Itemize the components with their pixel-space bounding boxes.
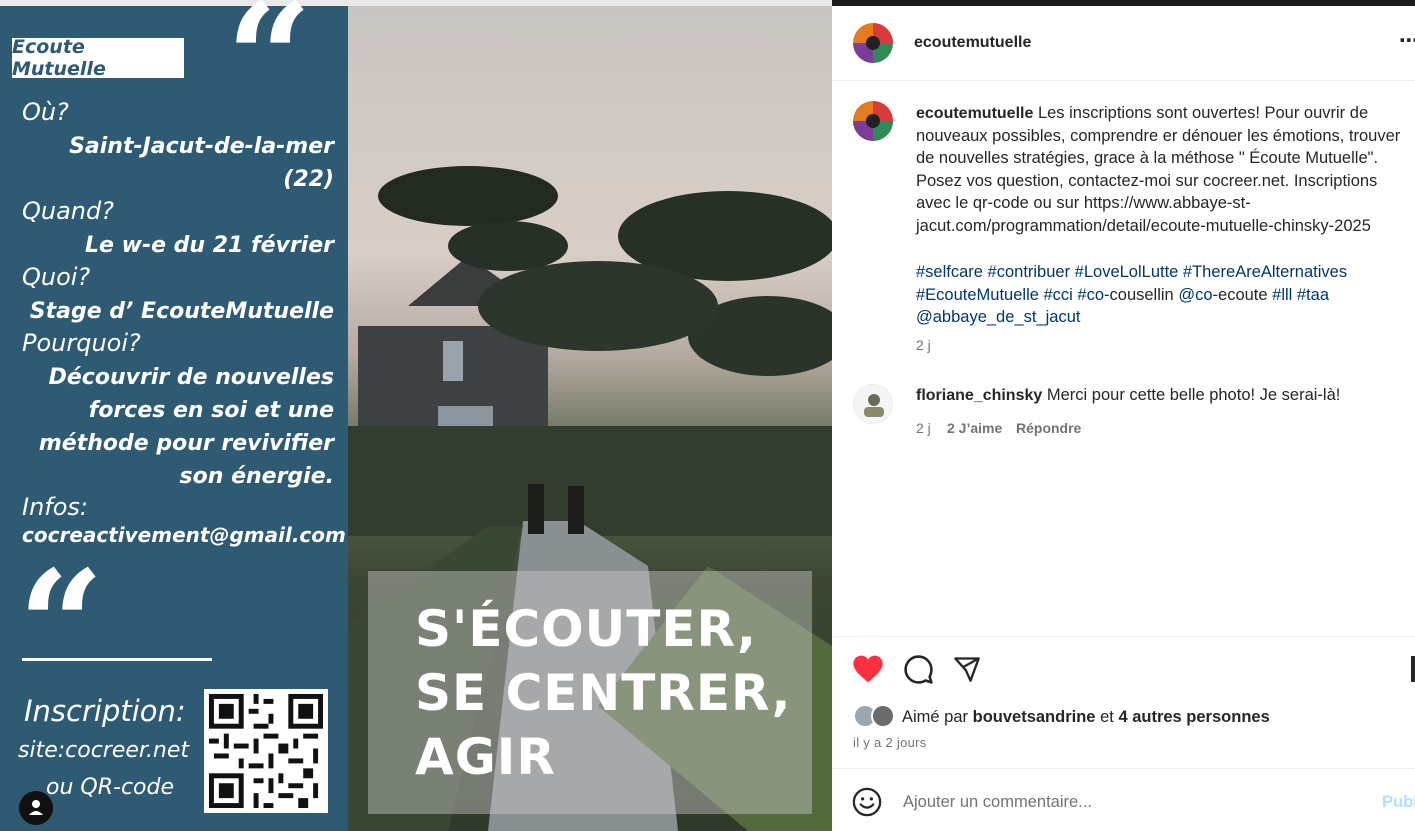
inscription-label: Inscription: bbox=[24, 694, 186, 728]
author-username[interactable]: ecoutemutuelle bbox=[914, 34, 1031, 52]
slogan-line-2: SE CENTRER, bbox=[415, 664, 792, 722]
more-icon[interactable]: ⋯ bbox=[1399, 28, 1415, 52]
actions-divider bbox=[832, 636, 1415, 637]
publish-button[interactable]: Publier bbox=[1382, 793, 1415, 812]
caption-text: Les inscriptions sont ouvertes! Pour ouv… bbox=[916, 104, 1401, 235]
comment-input[interactable]: Ajouter un commentaire... bbox=[903, 793, 1092, 812]
mention-abbaye[interactable]: @abbaye_de_st_jacut bbox=[916, 306, 1412, 329]
mention-co[interactable]: @co- bbox=[1174, 286, 1218, 304]
hashtags-line-2[interactable]: #EcouteMutuelle #cci #co- bbox=[916, 286, 1110, 304]
when-value: Le w-e du 21 février bbox=[85, 233, 334, 258]
site-label: site:cocreer.net bbox=[18, 738, 190, 763]
poster-tag: Ecoute Mutuelle bbox=[12, 36, 184, 80]
comment: floriane_chinsky Merci pour cette belle … bbox=[916, 386, 1340, 405]
what-value: Stage d’ EcouteMutuelle bbox=[29, 299, 334, 324]
what-label: Quoi? bbox=[22, 263, 91, 291]
why-value-2: forces en soi et une bbox=[88, 398, 334, 423]
where-value-1: Saint-Jacut-de-la-mer bbox=[69, 134, 334, 159]
commenter-avatar[interactable] bbox=[853, 384, 893, 424]
profile-avatar-button[interactable] bbox=[19, 791, 53, 825]
divider bbox=[22, 658, 212, 661]
why-value-4: son énergie. bbox=[179, 464, 334, 489]
why-value-3: méthode pour revivifier bbox=[38, 431, 334, 456]
why-value-1: Découvrir de nouvelles bbox=[48, 365, 334, 390]
reply-button[interactable]: Répondre bbox=[1016, 420, 1081, 436]
liked-prefix: Aimé par bbox=[902, 708, 969, 726]
post-header: ecoutemutuelle ⋯ bbox=[832, 6, 1415, 81]
where-label: Où? bbox=[22, 98, 69, 126]
caption-avatar[interactable] bbox=[853, 101, 893, 141]
slogan-line-1: S'ÉCOUTER, bbox=[415, 600, 757, 658]
comment-text: Merci pour cette belle photo! Je serai-l… bbox=[1046, 386, 1341, 404]
liker-avatar-2[interactable] bbox=[871, 704, 895, 728]
comment-icon[interactable] bbox=[903, 654, 934, 685]
likes-summary: Aimé par bouvetsandrine et 4 autres pers… bbox=[902, 708, 1270, 727]
post-image[interactable]: Ecoute Mutuelle “ Où? Saint-Jacut-de-la-… bbox=[0, 0, 832, 831]
caption-username[interactable]: ecoutemutuelle bbox=[916, 105, 1033, 122]
caption: ecoutemutuelle Les inscriptions sont ouv… bbox=[916, 102, 1412, 237]
mention-plain-text: ecoute bbox=[1218, 285, 1268, 304]
where-value-2: (22) bbox=[283, 167, 334, 192]
user-icon bbox=[29, 800, 43, 815]
why-label: Pourquoi? bbox=[22, 329, 141, 357]
hashtags-line-1[interactable]: #selfcare #contribuer #LoveLolLutte #The… bbox=[916, 261, 1412, 284]
quote-mark-icon-2: “ bbox=[18, 538, 105, 714]
info-label: Infos: bbox=[22, 493, 89, 521]
liked-and: et bbox=[1100, 708, 1114, 726]
qr-label: ou QR-code bbox=[46, 775, 174, 800]
when-label: Quand? bbox=[22, 197, 114, 225]
heart-icon[interactable] bbox=[852, 654, 884, 684]
comment-divider bbox=[832, 768, 1415, 769]
posted-time[interactable]: il y a 2 jours bbox=[853, 735, 927, 750]
comment-username[interactable]: floriane_chinsky bbox=[916, 387, 1042, 404]
hashtags-line-2b[interactable]: #lll #taa bbox=[1268, 286, 1329, 304]
hashtag-plain-text: cousellin bbox=[1109, 285, 1174, 304]
post-details-pane: ecoutemutuelle ⋯ ecoutemutuelle Les insc… bbox=[832, 6, 1415, 831]
caption-time[interactable]: 2 j bbox=[916, 337, 931, 353]
save-icon[interactable] bbox=[1411, 656, 1415, 682]
qr-code-icon bbox=[204, 689, 328, 813]
liked-others[interactable]: 4 autres personnes bbox=[1118, 708, 1269, 726]
poster-info-panel: Ecoute Mutuelle “ Où? Saint-Jacut-de-la-… bbox=[0, 0, 348, 831]
hashtags: #selfcare #contribuer #LoveLolLutte #The… bbox=[916, 261, 1412, 329]
slogan-line-3: AGIR bbox=[415, 728, 556, 786]
liked-user[interactable]: bouvetsandrine bbox=[973, 708, 1096, 726]
author-avatar[interactable] bbox=[853, 23, 893, 63]
comment-likes[interactable]: 2 J’aime bbox=[947, 420, 1002, 436]
share-icon[interactable] bbox=[952, 655, 982, 683]
quote-mark-icon: “ bbox=[226, 0, 313, 147]
comment-time[interactable]: 2 j bbox=[916, 420, 931, 436]
emoji-icon[interactable] bbox=[852, 787, 882, 817]
